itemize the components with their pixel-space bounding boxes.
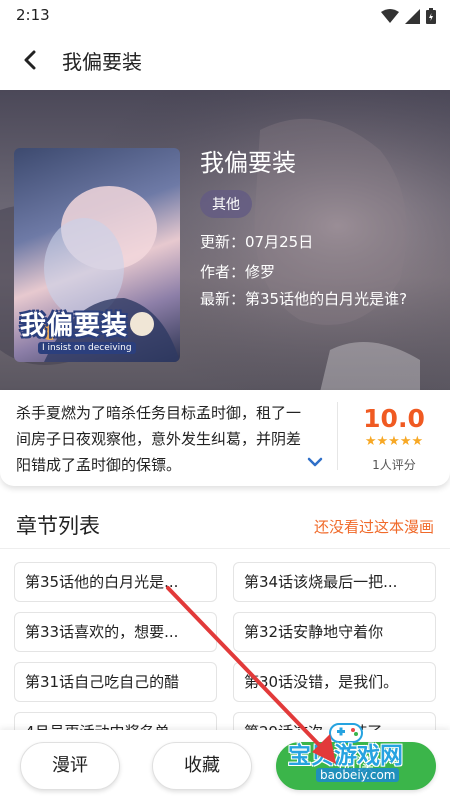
wifi-icon (381, 9, 399, 23)
cover-logo-text: 我偏要装 (20, 311, 129, 341)
author-value: 修罗 (245, 263, 276, 281)
description-card: 杀手夏燃为了暗杀任务目标孟时御，租了一间房子日夜观察他，意外发生纠葛，并阴差阳错… (0, 390, 450, 486)
update-label: 更新： (200, 233, 246, 251)
comic-cover[interactable]: 我偏要装 I insist on deceiving (14, 148, 180, 362)
latest-value: 第35话他的白月光是谁? (245, 290, 408, 308)
expand-button[interactable] (304, 452, 326, 472)
author-label: 作者： (200, 263, 246, 281)
chevron-left-icon (24, 50, 36, 70)
chapter-item[interactable]: 第30话没错，是我们。 (233, 662, 436, 702)
chapter-grid: 第35话他的白月光是... 第34话该烧最后一把... 第33话喜欢的，想要..… (14, 562, 436, 752)
author-line: 作者：修罗 (200, 262, 440, 282)
rating-score: 10.0 (363, 404, 425, 433)
update-line: 更新：07月25日 (200, 232, 440, 252)
page-title: 我偏要装 (62, 50, 142, 74)
battery-icon (426, 8, 436, 24)
chapter-item[interactable]: 第35话他的白月光是... (14, 562, 217, 602)
latest-label: 最新： (200, 290, 246, 308)
chapter-item[interactable]: 第33话喜欢的，想要... (14, 612, 217, 652)
divider (0, 548, 450, 549)
collect-button[interactable]: 收藏 (152, 742, 252, 790)
back-button[interactable] (14, 46, 46, 74)
read-button[interactable]: 阅读 (276, 742, 436, 790)
chapter-item[interactable]: 第31话自己吃自己的醋 (14, 662, 217, 702)
chapter-item[interactable]: 第34话该烧最后一把... (233, 562, 436, 602)
review-button[interactable]: 漫评 (20, 742, 120, 790)
status-bar: 2:13 (0, 0, 450, 32)
rating-count: 1人评分 (372, 458, 416, 472)
comic-hero: 我偏要装 I insist on deceiving 我偏要装 其他 更新：07… (0, 90, 450, 392)
comic-title: 我偏要装 (200, 149, 296, 177)
genre-tag[interactable]: 其他 (200, 190, 252, 218)
description-text: 杀手夏燃为了暗杀任务目标孟时御，租了一间房子日夜观察他，意外发生纠葛，并阴差阳错… (16, 404, 302, 474)
status-time: 2:13 (16, 6, 50, 24)
comic-info: 我偏要装 其他 更新：07月25日 作者：修罗 最新：第35话他的白月光是谁? (200, 148, 440, 310)
latest-line[interactable]: 最新：第35话他的白月光是谁? (200, 288, 440, 310)
title-bar: 我偏要装 (0, 32, 450, 88)
rating-stars: ★★★★★ (364, 434, 424, 449)
cover-subtitle: I insist on deceiving (38, 342, 136, 354)
signal-icon (405, 8, 420, 24)
status-icons (381, 8, 436, 24)
read-status: 还没看过这本漫画 (313, 518, 434, 536)
chapter-item[interactable]: 第32话安静地守着你 (233, 612, 436, 652)
update-value: 07月25日 (245, 233, 314, 251)
chapter-list-title: 章节列表 (16, 514, 100, 538)
chevron-down-icon (307, 457, 323, 467)
bottom-action-bar: 漫评 收藏 阅读 (0, 730, 450, 800)
